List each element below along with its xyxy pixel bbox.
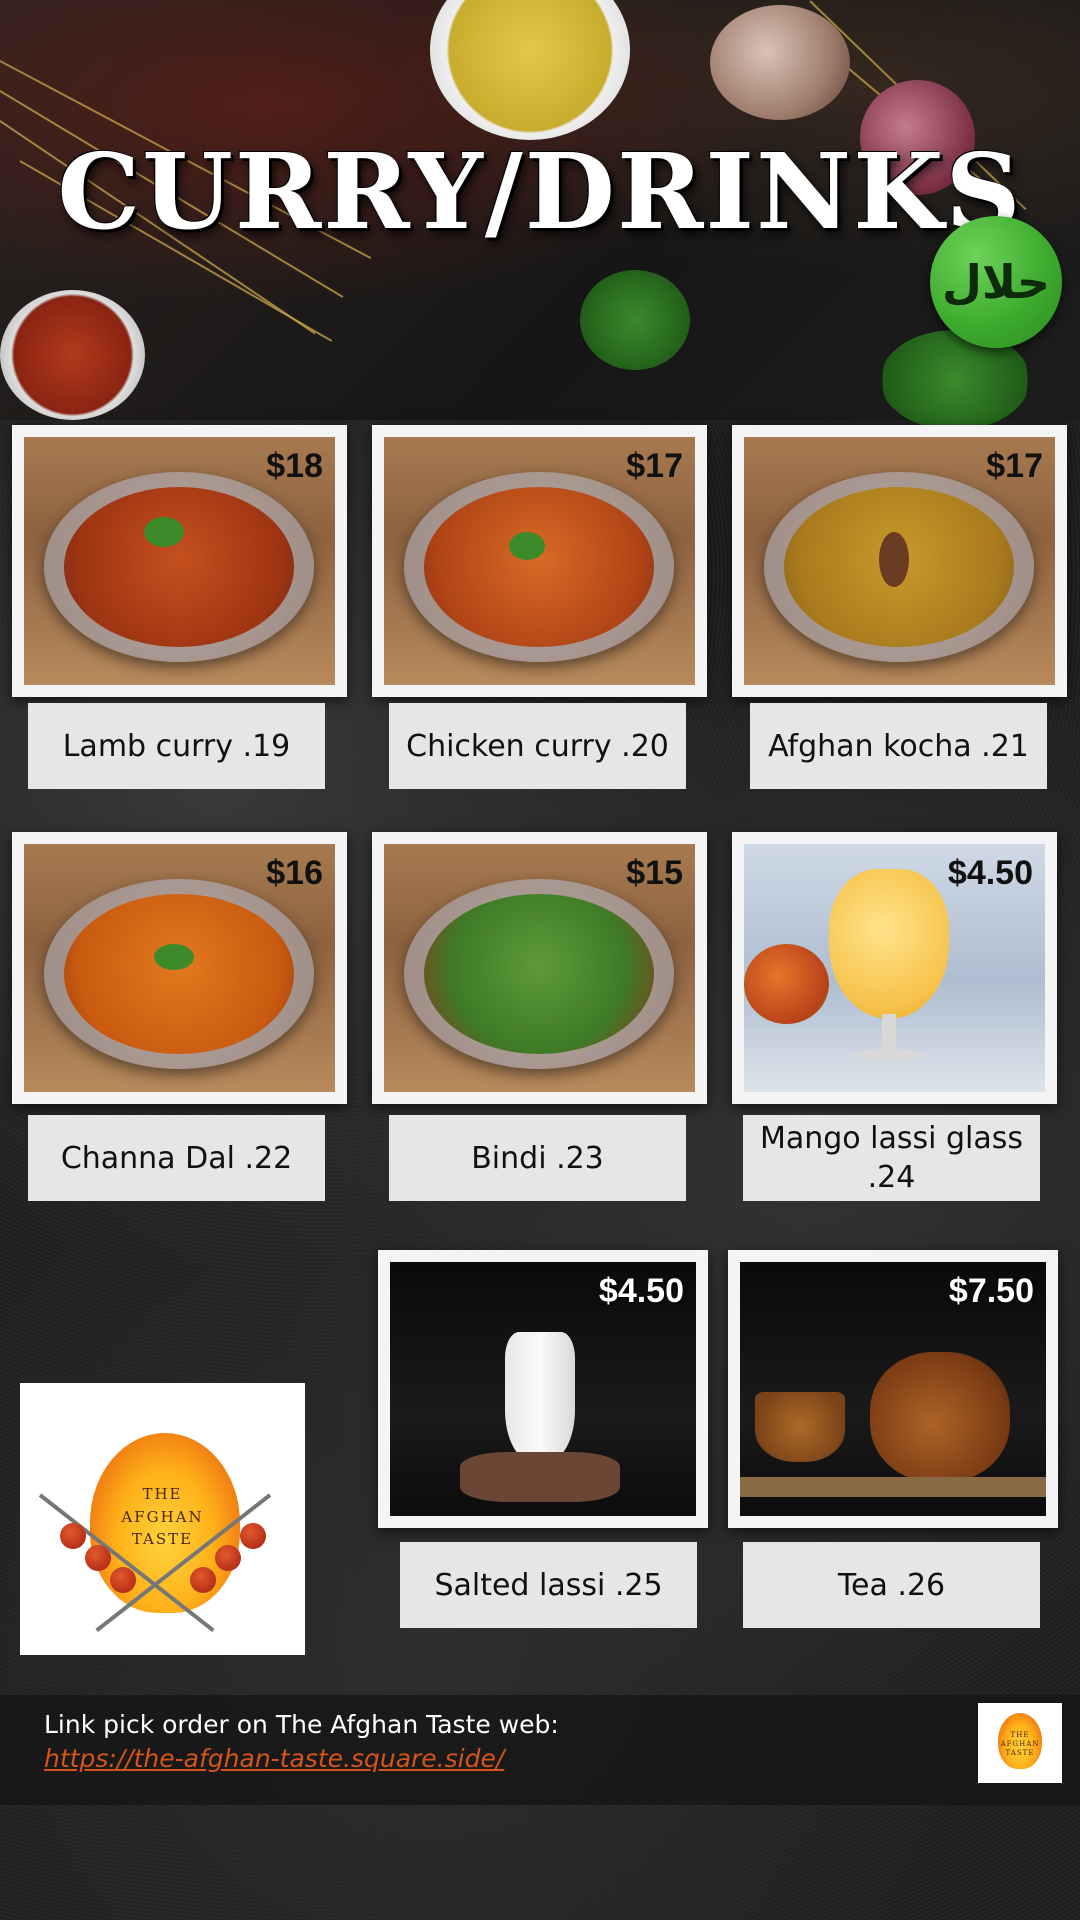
decor-herb-leaf: [580, 270, 690, 370]
price-lamb-curry: $18: [266, 447, 323, 485]
restaurant-logo: THE AFGHAN TASTE: [20, 1383, 305, 1655]
logo-line: AFGHAN: [1000, 1740, 1040, 1749]
menu-item-label: Tea .26: [743, 1542, 1040, 1628]
menu-item-label: Afghan kocha .21: [750, 703, 1047, 789]
menu-item-photo-tea[interactable]: $7.50: [728, 1250, 1058, 1528]
mini-logo-text: THE AFGHAN TASTE: [978, 1731, 1062, 1758]
footer-text: Link pick order on The Afghan Taste web:: [44, 1710, 559, 1739]
logo-line: THE: [1010, 1731, 1030, 1739]
decor-garlic: [710, 5, 850, 120]
price-chicken-curry: $17: [626, 447, 683, 485]
logo-text: THE AFGHAN TASTE: [20, 1483, 305, 1551]
menu-item-label: Salted lassi .25: [400, 1542, 697, 1628]
menu-item-photo-bindi[interactable]: $15: [372, 832, 707, 1104]
mango-lassi-image: $4.50: [744, 844, 1045, 1092]
channa-dal-image: $16: [24, 844, 335, 1092]
page-title: CURRY/DRINKS: [57, 130, 1023, 253]
menu-item-photo-channa-dal[interactable]: $16: [12, 832, 347, 1104]
menu-item-label: Chicken curry .20: [389, 703, 686, 789]
order-link[interactable]: https://the-afghan-taste.square.side/: [44, 1744, 504, 1773]
halal-badge: حلال: [930, 216, 1062, 348]
price-mango-lassi: $4.50: [947, 854, 1033, 892]
menu-item-photo-salted-lassi[interactable]: $4.50: [378, 1250, 708, 1528]
menu-item-photo-chicken-curry[interactable]: $17: [372, 425, 707, 697]
price-afghan-kocha: $17: [986, 447, 1043, 485]
tea-image: $7.50: [740, 1262, 1046, 1516]
lamb-curry-image: $18: [24, 437, 335, 685]
menu-item-photo-mango-lassi[interactable]: $4.50: [732, 832, 1057, 1104]
price-channa-dal: $16: [266, 854, 323, 892]
logo-line: TASTE: [1005, 1749, 1035, 1758]
menu-item-label: Mango lassi glass .24: [743, 1115, 1040, 1201]
chicken-curry-image: $17: [384, 437, 695, 685]
logo-line: AFGHAN: [121, 1507, 204, 1526]
price-salted-lassi: $4.50: [598, 1272, 684, 1310]
afghan-kocha-image: $17: [744, 437, 1055, 685]
logo-line: THE: [142, 1485, 183, 1503]
bindi-image: $15: [384, 844, 695, 1092]
decor-oil-bowl: [430, 0, 630, 140]
menu-item-label: Channa Dal .22: [28, 1115, 325, 1201]
price-tea: $7.50: [948, 1272, 1034, 1310]
logo-line: TASTE: [131, 1530, 194, 1548]
salted-lassi-image: $4.50: [390, 1262, 696, 1516]
menu-item-photo-lamb-curry[interactable]: $18: [12, 425, 347, 697]
decor-spice-bowl: [0, 290, 145, 420]
menu-item-photo-afghan-kocha[interactable]: $17: [732, 425, 1067, 697]
menu-item-label: Bindi .23: [389, 1115, 686, 1201]
mini-logo: THE AFGHAN TASTE: [978, 1703, 1062, 1783]
price-bindi: $15: [626, 854, 683, 892]
menu-item-label: Lamb curry .19: [28, 703, 325, 789]
